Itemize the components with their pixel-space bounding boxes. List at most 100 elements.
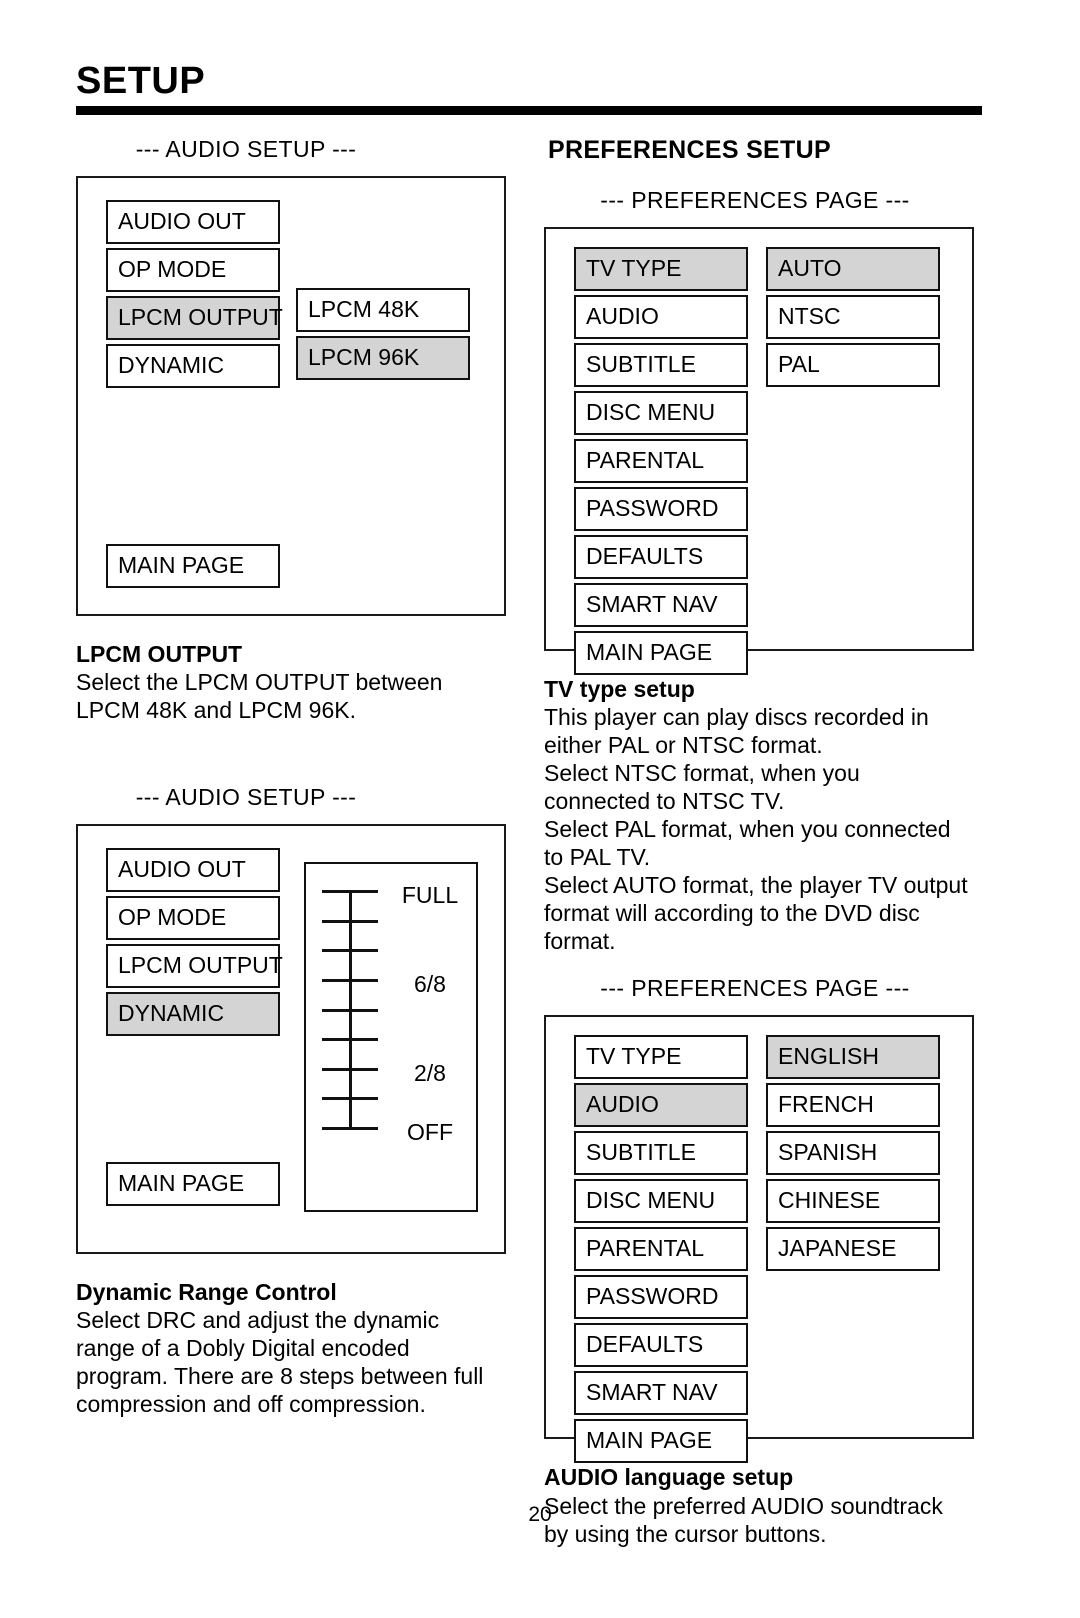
prefs1-menu-item-disc-menu[interactable]: DISC MENU — [574, 391, 748, 435]
audio-screen-1-main-page-item[interactable]: MAIN PAGE — [106, 544, 280, 588]
right-spacer-1 — [544, 955, 984, 975]
audio1-menu-item-dynamic[interactable]: DYNAMIC — [106, 344, 280, 388]
tv-type-line-5: Select PAL format, when you connected — [544, 816, 951, 843]
prefs1-menu-item-parental[interactable]: PARENTAL — [574, 439, 748, 483]
dynamic-range-tick-1 — [322, 920, 378, 924]
prefs1-option-auto[interactable]: AUTO — [766, 247, 940, 291]
left-spacer-1 — [76, 724, 506, 784]
preferences-screen-2-option-list: ENGLISH FRENCH SPANISH CHINESE JAPANESE — [766, 1035, 940, 1275]
lpcm-output-line-1: Select the LPCM OUTPUT between — [76, 669, 443, 696]
tv-type-line-9: format. — [544, 928, 616, 955]
dynamic-range-slider[interactable] — [322, 890, 378, 1131]
dynamic-range-tick-6 — [322, 1068, 378, 1072]
preferences-setup-heading: PREFERENCES SETUP — [548, 136, 831, 164]
audio-screen-2-main-page-item[interactable]: MAIN PAGE — [106, 1162, 280, 1207]
dynamic-range-label-6-8: 6/8 — [414, 971, 446, 998]
dynamic-range-label-off: OFF — [407, 1119, 453, 1146]
drc-line-2: range of a Dobly Digital encoded — [76, 1335, 410, 1362]
audio2-menu-item-lpcm-output[interactable]: LPCM OUTPUT — [106, 944, 283, 989]
preferences-screen-2-columns: TV TYPE AUDIO SUBTITLE DISC MENU PARENTAL PAS… — [574, 1035, 972, 1467]
prefs2-menu-item-subtitle[interactable]: SUBTITLE — [574, 1131, 748, 1176]
drc-line-3: program. There are 8 steps between full — [76, 1363, 484, 1390]
audio2-menu-item-audio-out[interactable]: AUDIO OUT — [106, 848, 280, 893]
prefs2-menu-item-parental[interactable]: PARENTAL — [574, 1227, 748, 1272]
audio-setup-caption-1: --- AUDIO SETUP --- — [135, 136, 357, 162]
drc-line-1: Select DRC and adjust the dynamic — [76, 1307, 440, 1334]
prefs1-menu-item-password[interactable]: PASSWORD — [574, 487, 748, 531]
audio-screen-1-columns: AUDIO OUT OP MODE LPCM OUTPUT DYNAMIC LPCM … — [106, 200, 504, 392]
audio-screen-2-menu-list: AUDIO OUT OP MODE LPCM OUTPUT DYNAMIC — [106, 848, 283, 1040]
tv-type-line-8: format will according to the DVD disc — [544, 900, 920, 927]
audio1-menu-item-lpcm-output[interactable]: LPCM OUTPUT — [106, 296, 283, 340]
prefs2-menu-item-smart-nav[interactable]: SMART NAV — [574, 1371, 748, 1416]
dynamic-range-scale-labels: FULL 6/8 2/8 OFF — [392, 882, 468, 1145]
tv-type-description: TV type setup This player can play discs… — [544, 675, 984, 955]
tv-type-heading: TV type setup — [544, 676, 695, 702]
prefs1-option-pal[interactable]: PAL — [766, 343, 940, 387]
right-column: PREFERENCES SETUP --- PREFERENCES PAGE -… — [544, 136, 984, 1548]
audio-screen-1-menu-list: AUDIO OUT OP MODE LPCM OUTPUT DYNAMIC — [106, 200, 283, 392]
audio2-menu-item-op-mode[interactable]: OP MODE — [106, 896, 280, 941]
audio-screen-2-main-page-wrap: MAIN PAGE — [106, 1162, 280, 1207]
tv-type-line-2: either PAL or NTSC format. — [544, 732, 823, 759]
prefs2-option-spanish[interactable]: SPANISH — [766, 1131, 940, 1176]
audio-screen-1-option-list: LPCM 48K LPCM 96K — [296, 288, 470, 384]
left-column: --- AUDIO SETUP --- AUDIO OUT OP MODE LPCM… — [76, 136, 506, 1418]
audio-language-heading: AUDIO language setup — [544, 1464, 794, 1491]
prefs2-menu-item-disc-menu[interactable]: DISC MENU — [574, 1179, 748, 1224]
audio1-menu-item-op-mode[interactable]: OP MODE — [106, 248, 280, 292]
prefs2-menu-item-tv-type[interactable]: TV TYPE — [574, 1035, 748, 1080]
page-number: 20 — [528, 1503, 552, 1526]
preferences-screen-1: TV TYPE AUDIO SUBTITLE DISC MENU PARENTAL PAS… — [544, 227, 974, 675]
title-divider — [76, 106, 982, 115]
dynamic-range-tick-4 — [322, 1009, 378, 1013]
lpcm-output-heading: LPCM OUTPUT — [76, 641, 243, 667]
dynamic-range-panel: FULL 6/8 2/8 OFF — [304, 862, 478, 1213]
tv-type-line-6: to PAL TV. — [544, 844, 651, 871]
preferences-screen-2-menu-list: TV TYPE AUDIO SUBTITLE DISC MENU PARENTAL PAS… — [574, 1035, 748, 1467]
audio1-option-lpcm-48k[interactable]: LPCM 48K — [296, 288, 470, 332]
audio-setup-screen-1: AUDIO OUT OP MODE LPCM OUTPUT DYNAMIC LPCM … — [76, 176, 506, 616]
preferences-screen-1-columns: TV TYPE AUDIO SUBTITLE DISC MENU PARENTAL PAS… — [574, 247, 972, 679]
drc-description: Dynamic Range Control Select DRC and adj… — [76, 1278, 506, 1418]
tv-type-line-1: This player can play discs recorded in — [544, 704, 929, 731]
prefs1-option-ntsc[interactable]: NTSC — [766, 295, 940, 339]
dynamic-range-tick-3 — [322, 979, 378, 983]
prefs2-menu-item-defaults[interactable]: DEFAULTS — [574, 1323, 748, 1368]
prefs2-menu-item-main-page[interactable]: MAIN PAGE — [574, 1419, 748, 1464]
tv-type-line-3: Select NTSC format, when you — [544, 760, 860, 787]
preferences-caption-1: --- PREFERENCES PAGE --- — [600, 187, 910, 213]
drc-heading: Dynamic Range Control — [76, 1279, 337, 1306]
tv-type-line-7: Select AUTO format, the player TV output — [544, 872, 968, 899]
audio1-option-lpcm-96k[interactable]: LPCM 96K — [296, 336, 470, 380]
dynamic-range-tick-2 — [322, 949, 378, 953]
prefs2-menu-item-password[interactable]: PASSWORD — [574, 1275, 748, 1320]
prefs2-option-french[interactable]: FRENCH — [766, 1083, 940, 1128]
prefs1-menu-item-subtitle[interactable]: SUBTITLE — [574, 343, 748, 387]
prefs1-menu-item-defaults[interactable]: DEFAULTS — [574, 535, 748, 579]
prefs2-option-japanese[interactable]: JAPANESE — [766, 1227, 940, 1272]
preferences-screen-1-option-list: AUTO NTSC PAL — [766, 247, 940, 391]
dynamic-range-tick-0 — [322, 890, 378, 894]
tv-type-line-4: connected to NTSC TV. — [544, 788, 785, 815]
prefs2-menu-item-audio[interactable]: AUDIO — [574, 1083, 748, 1128]
lpcm-output-description: LPCM OUTPUT Select the LPCM OUTPUT betwe… — [76, 640, 506, 724]
audio-setup-screen-2: AUDIO OUT OP MODE LPCM OUTPUT DYNAMIC FULL 6… — [76, 824, 506, 1255]
prefs2-option-english[interactable]: ENGLISH — [766, 1035, 940, 1080]
preferences-screen-2: TV TYPE AUDIO SUBTITLE DISC MENU PARENTAL PAS… — [544, 1015, 974, 1464]
audio-setup-caption-2: --- AUDIO SETUP --- — [135, 784, 357, 811]
audio2-menu-item-dynamic[interactable]: DYNAMIC — [106, 992, 280, 1037]
prefs2-option-chinese[interactable]: CHINESE — [766, 1179, 940, 1224]
prefs1-menu-item-main-page[interactable]: MAIN PAGE — [574, 631, 748, 675]
lpcm-output-line-2: LPCM 48K and LPCM 96K. — [76, 697, 356, 724]
audio1-menu-item-audio-out[interactable]: AUDIO OUT — [106, 200, 280, 244]
audio-screen-1-main-page-wrap: MAIN PAGE — [106, 544, 280, 588]
preferences-screen-1-menu-list: TV TYPE AUDIO SUBTITLE DISC MENU PARENTAL PAS… — [574, 247, 748, 679]
manual-page: SETUP --- AUDIO SETUP --- AUDIO OUT OP MO… — [0, 0, 1080, 1618]
prefs1-menu-item-audio[interactable]: AUDIO — [574, 295, 748, 339]
dynamic-range-label-full: FULL — [401, 882, 459, 909]
prefs1-menu-item-smart-nav[interactable]: SMART NAV — [574, 583, 748, 627]
page-title: SETUP — [76, 60, 206, 102]
prefs1-menu-item-tv-type[interactable]: TV TYPE — [574, 247, 748, 291]
dynamic-range-label-2-8: 2/8 — [414, 1060, 446, 1087]
